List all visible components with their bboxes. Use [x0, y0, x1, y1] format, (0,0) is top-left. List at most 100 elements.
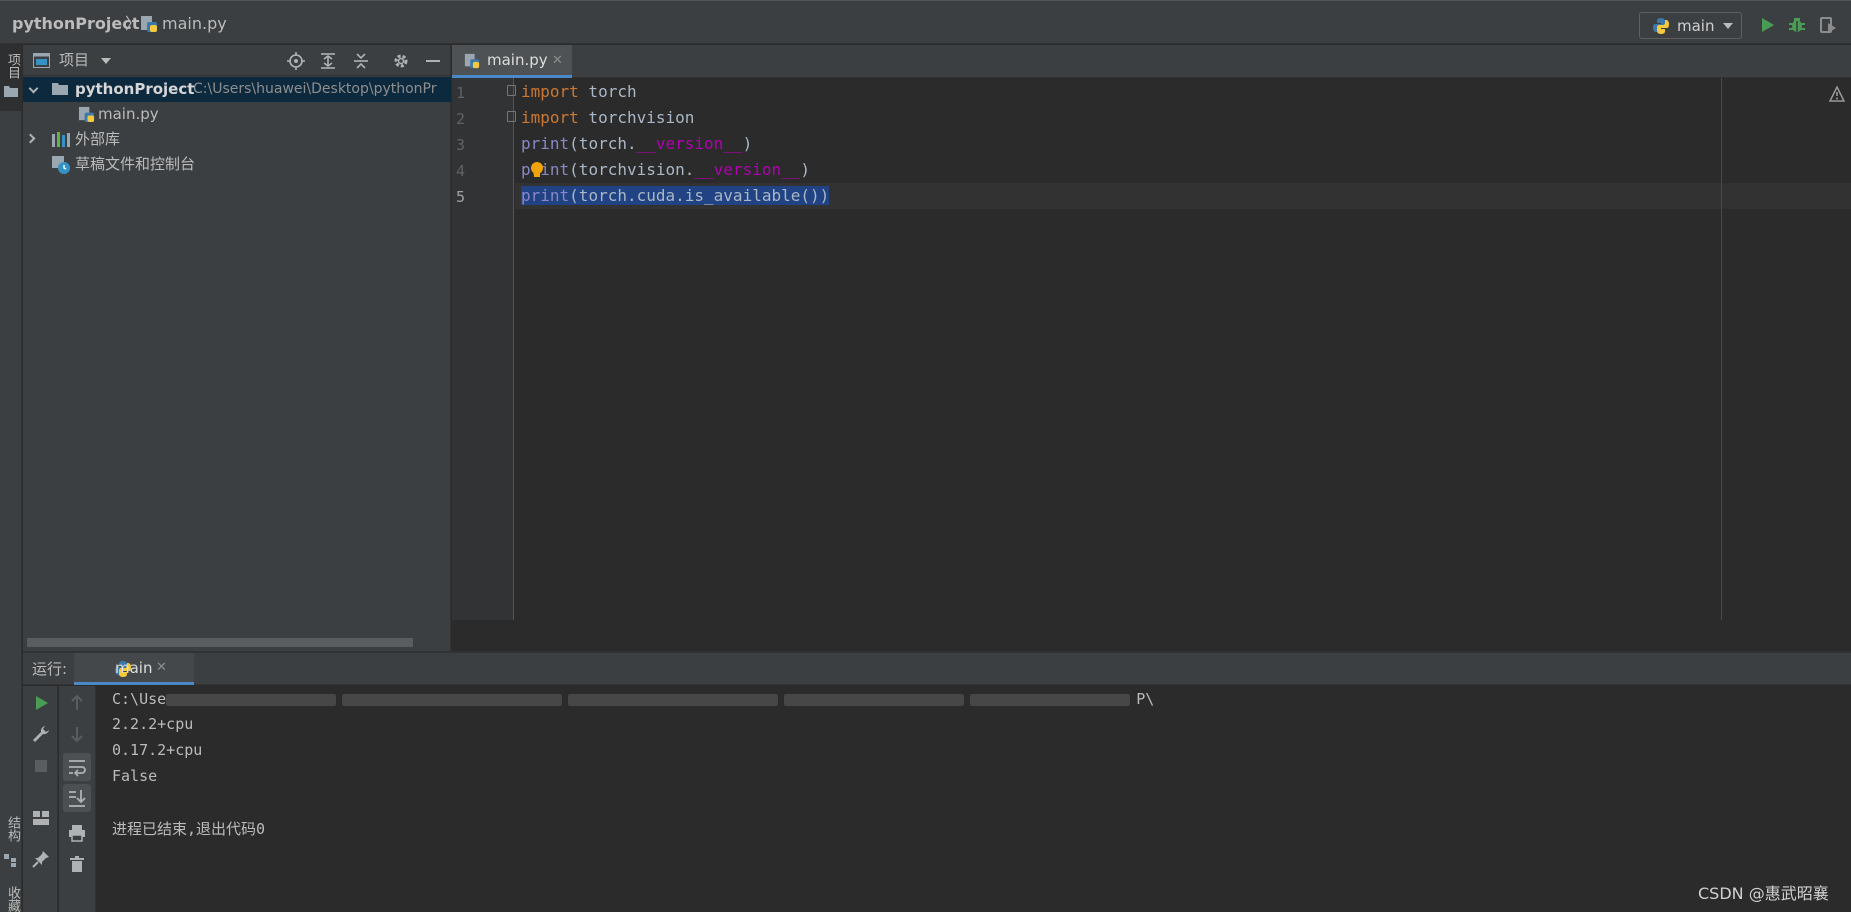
- locate-icon[interactable]: [286, 51, 306, 71]
- close-icon[interactable]: ✕: [156, 653, 167, 683]
- debug-icon[interactable]: [1787, 15, 1807, 35]
- tree-item-external-libraries[interactable]: 外部库: [23, 127, 451, 152]
- chevron-down-icon[interactable]: [101, 58, 111, 64]
- python-file-icon: [78, 106, 95, 123]
- code-line-4: print(torchvision.__version__): [521, 157, 810, 183]
- arrow-down-icon[interactable]: [67, 724, 87, 744]
- stop-icon[interactable]: [31, 756, 51, 776]
- code-text: (torchvision.: [569, 160, 695, 179]
- tree-item-label: 外部库: [75, 130, 121, 148]
- navigation-bar: pythonProject 〉 main.py main: [0, 0, 1851, 44]
- close-icon[interactable]: ✕: [552, 45, 563, 76]
- lightbulb-icon[interactable]: [530, 161, 544, 179]
- left-tool-strip: [0, 45, 22, 912]
- code-line-3: print(torch.__version__): [521, 131, 752, 157]
- library-icon: [52, 132, 70, 147]
- python-icon: [1653, 18, 1669, 34]
- project-root-name: pythonProject: [75, 80, 195, 98]
- tree-item-scratches[interactable]: 草稿文件和控制台: [23, 152, 451, 177]
- code-text: ): [742, 134, 753, 153]
- breadcrumb-file[interactable]: main.py: [162, 1, 227, 45]
- python-file-icon: [141, 16, 157, 32]
- code-text: ): [800, 160, 811, 179]
- editor-tab-bar: main.py ✕: [452, 45, 1851, 78]
- tab-main-py[interactable]: main.py ✕: [452, 45, 572, 78]
- code-text: (torch.cuda.is_available()): [569, 186, 830, 205]
- expand-all-icon[interactable]: [318, 51, 338, 71]
- code-text: (torch.: [569, 134, 637, 153]
- tab-label: main.py: [487, 51, 548, 69]
- arrow-up-icon[interactable]: [67, 693, 87, 713]
- selected-code: print(torch.cuda.is_available()): [521, 186, 830, 205]
- run-panel-label: 运行:: [32, 660, 68, 678]
- console-output[interactable]: [97, 686, 1851, 912]
- code-text: torch: [578, 82, 637, 101]
- line-number: 3: [456, 136, 466, 154]
- coverage-icon[interactable]: [1818, 15, 1838, 35]
- tree-item-main-py[interactable]: main.py: [23, 102, 451, 127]
- structure-tab-label: 结构: [5, 816, 20, 842]
- redacted-text: [970, 693, 1131, 706]
- horizontal-scrollbar[interactable]: [27, 638, 413, 647]
- line-number: 5: [456, 188, 466, 206]
- run-tab-label: main: [115, 659, 153, 677]
- folder-icon: [4, 86, 18, 97]
- trash-icon[interactable]: [67, 854, 87, 874]
- line-number-gutter: 1 2 3 4 5: [452, 78, 516, 620]
- breadcrumb-project[interactable]: pythonProject: [12, 1, 139, 45]
- redacted-text: [568, 693, 779, 706]
- wrench-icon[interactable]: [31, 724, 51, 744]
- project-tab-label: 项目: [5, 53, 20, 79]
- line-number: 4: [456, 162, 466, 180]
- redacted-text: [784, 693, 965, 706]
- rerun-icon[interactable]: [31, 693, 51, 713]
- project-tool-window-button[interactable]: 项目: [0, 45, 22, 111]
- fold-marker-icon[interactable]: [507, 111, 516, 122]
- tree-item-label: main.py: [98, 105, 159, 123]
- layout-icon[interactable]: [31, 808, 51, 828]
- code-line-1: import torch: [521, 79, 637, 105]
- run-panel-header: 运行: main ✕: [23, 653, 1851, 685]
- console-line: False: [112, 767, 158, 785]
- run-config-label: main: [1677, 17, 1715, 35]
- warning-icon[interactable]: [1829, 86, 1845, 102]
- watermark: CSDN @惠武昭襄: [1698, 884, 1829, 903]
- collapse-all-icon[interactable]: [351, 51, 371, 71]
- favorites-tool-window-button[interactable]: 收藏: [0, 884, 22, 912]
- project-view-icon: [33, 53, 50, 68]
- code-text: torchvision: [578, 108, 695, 127]
- structure-tool-window-button[interactable]: 结构: [0, 812, 22, 872]
- scratches-icon: [52, 156, 70, 174]
- chevron-right-icon[interactable]: [25, 133, 36, 144]
- project-panel-header: 项目: [23, 45, 451, 76]
- soft-wrap-toggle[interactable]: [63, 753, 91, 781]
- console-text: C:\Use: [112, 690, 167, 708]
- console-line: 2.2.2+cpu: [112, 715, 194, 733]
- scroll-to-end-toggle[interactable]: [63, 784, 91, 812]
- redacted-text: [166, 693, 337, 706]
- minimize-icon[interactable]: [423, 51, 443, 71]
- python-file-icon: [464, 53, 480, 69]
- console-line: 0.17.2+cpu: [112, 741, 203, 759]
- console-text: P\: [1136, 690, 1155, 708]
- pin-icon[interactable]: [31, 849, 51, 869]
- line-number: 2: [456, 110, 466, 128]
- gear-icon[interactable]: [391, 51, 411, 71]
- run-toolbar-primary: [23, 686, 58, 912]
- chevron-down-icon[interactable]: [28, 83, 39, 94]
- dunder: __version__: [694, 160, 801, 179]
- builtin: print: [521, 160, 570, 179]
- line-number: 1: [456, 84, 466, 102]
- fold-marker-icon[interactable]: [507, 85, 516, 96]
- folder-icon: [52, 83, 68, 95]
- run-toolbar-secondary: [59, 686, 96, 912]
- project-panel-title[interactable]: 项目: [59, 45, 89, 76]
- project-root-path: C:\Users\huawei\Desktop\pythonPr: [193, 81, 437, 97]
- print-icon[interactable]: [67, 823, 87, 843]
- builtin: print: [521, 186, 570, 205]
- tree-item-project-root[interactable]: pythonProject C:\Users\huawei\Desktop\py…: [23, 77, 451, 102]
- builtin: print: [521, 134, 570, 153]
- run-icon[interactable]: [1757, 15, 1777, 35]
- run-config-selector[interactable]: main: [1639, 12, 1742, 39]
- tree-item-label: 草稿文件和控制台: [75, 155, 196, 173]
